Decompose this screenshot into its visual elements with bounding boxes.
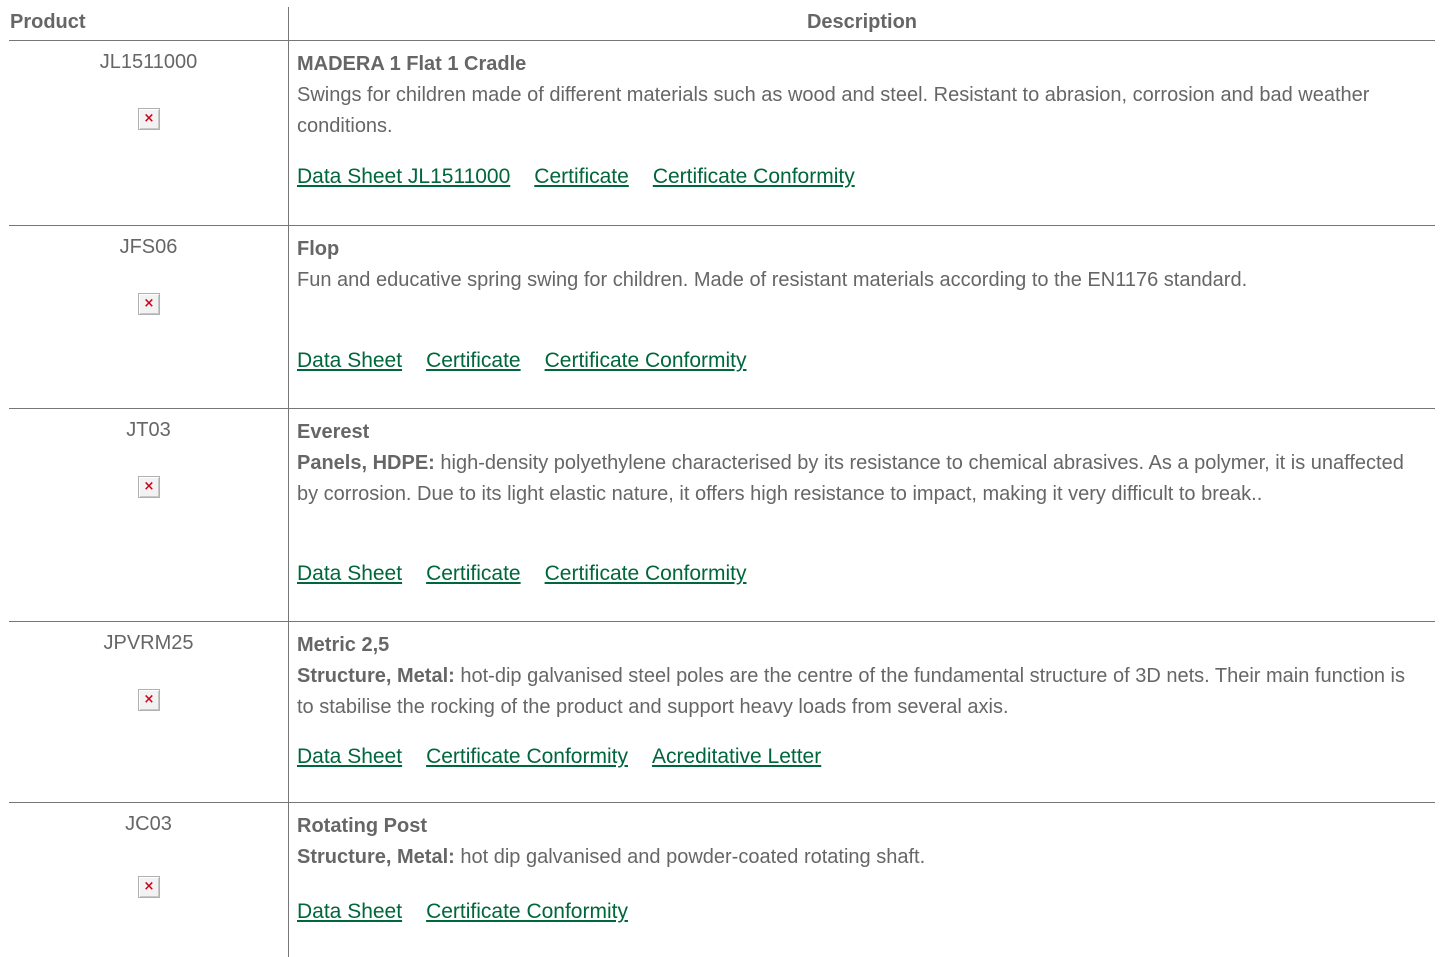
column-divider bbox=[288, 409, 289, 621]
data-sheet-link[interactable]: Data Sheet JL1511000 bbox=[297, 165, 510, 188]
product-description: Flop Fun and educative spring swing for … bbox=[297, 234, 1417, 296]
certificate-conformity-link[interactable]: Certificate Conformity bbox=[545, 562, 747, 585]
certificate-conformity-link[interactable]: Certificate Conformity bbox=[545, 349, 747, 372]
document-links: Data Sheet Certificate Certificate Conform… bbox=[297, 348, 771, 374]
certificate-conformity-link[interactable]: Certificate Conformity bbox=[426, 745, 628, 768]
product-spec-label: Panels, HDPE: bbox=[297, 452, 435, 474]
product-description: Rotating Post Structure, Metal: hot dip … bbox=[297, 811, 1417, 873]
data-sheet-link[interactable]: Data Sheet bbox=[297, 900, 402, 923]
product-text: Fun and educative spring swing for child… bbox=[297, 265, 1417, 296]
document-links: Data Sheet Certificate Certificate Conform… bbox=[297, 561, 771, 587]
product-spec-text: high-density polyethylene characterised … bbox=[297, 452, 1404, 505]
product-text: Structure, Metal: hot dip galvanised and… bbox=[297, 842, 1417, 873]
document-links: Data Sheet JL1511000 Certificate Certifica… bbox=[297, 164, 879, 190]
product-title: Metric 2,5 bbox=[297, 634, 390, 656]
table-row: JT03 × Everest Panels, HDPE: high-densit… bbox=[0, 409, 1440, 621]
table-row: JL1511000 × MADERA 1 Flat 1 Cradle Swing… bbox=[0, 41, 1440, 225]
product-spec-text: Swings for children made of different ma… bbox=[297, 84, 1370, 137]
table-row: JFS06 × Flop Fun and educative spring sw… bbox=[0, 226, 1440, 408]
table-row: JPVRM25 × Metric 2,5 Structure, Metal: h… bbox=[0, 622, 1440, 802]
certificate-link[interactable]: Certificate bbox=[426, 349, 521, 372]
product-title: Flop bbox=[297, 238, 340, 260]
column-divider bbox=[288, 622, 289, 802]
document-links: Data Sheet Certificate Conformity Acredita… bbox=[297, 744, 845, 770]
data-sheet-link[interactable]: Data Sheet bbox=[297, 562, 402, 585]
broken-image-icon[interactable]: × bbox=[138, 689, 160, 711]
product-code: JFS06 bbox=[119, 236, 178, 258]
product-spec-label: Structure, Metal: bbox=[297, 665, 455, 687]
product-title: MADERA 1 Flat 1 Cradle bbox=[297, 53, 527, 75]
broken-image-icon[interactable]: × bbox=[138, 476, 160, 498]
product-code: JPVRM25 bbox=[103, 632, 194, 654]
table-row: JC03 × Rotating Post Structure, Metal: h… bbox=[0, 803, 1440, 957]
column-divider bbox=[288, 226, 289, 408]
column-divider bbox=[288, 803, 289, 957]
product-code: JL1511000 bbox=[99, 51, 198, 73]
product-text: Structure, Metal: hot-dip galvanised ste… bbox=[297, 661, 1417, 723]
product-text: Swings for children made of different ma… bbox=[297, 80, 1417, 142]
certificate-conformity-link[interactable]: Certificate Conformity bbox=[426, 900, 628, 923]
certificate-link[interactable]: Certificate bbox=[426, 562, 521, 585]
product-description: Everest Panels, HDPE: high-density polye… bbox=[297, 417, 1417, 510]
product-text: Panels, HDPE: high-density polyethylene … bbox=[297, 448, 1417, 510]
column-header-product: Product bbox=[10, 11, 86, 33]
product-spec-text: hot dip galvanised and powder-coated rot… bbox=[454, 846, 926, 868]
product-spec-label: Structure, Metal: bbox=[297, 846, 455, 868]
product-code: JT03 bbox=[126, 419, 171, 441]
column-divider bbox=[288, 41, 289, 225]
data-sheet-link[interactable]: Data Sheet bbox=[297, 349, 402, 372]
product-description: Metric 2,5 Structure, Metal: hot-dip gal… bbox=[297, 630, 1417, 723]
product-table: Product Description JL1511000 × MADERA 1… bbox=[0, 0, 1440, 957]
acreditative-letter-link[interactable]: Acreditative Letter bbox=[652, 745, 821, 768]
broken-image-icon[interactable]: × bbox=[138, 876, 160, 898]
product-description: MADERA 1 Flat 1 Cradle Swings for childr… bbox=[297, 49, 1417, 142]
product-title: Everest bbox=[297, 421, 370, 443]
data-sheet-link[interactable]: Data Sheet bbox=[297, 745, 402, 768]
table-header: Product Description bbox=[0, 0, 1440, 40]
document-links: Data Sheet Certificate Conformity bbox=[297, 899, 652, 925]
column-header-description: Description bbox=[806, 11, 918, 33]
broken-image-icon[interactable]: × bbox=[138, 293, 160, 315]
certificate-link[interactable]: Certificate bbox=[534, 165, 629, 188]
certificate-conformity-link[interactable]: Certificate Conformity bbox=[653, 165, 855, 188]
product-spec-text: hot-dip galvanised steel poles are the c… bbox=[297, 665, 1405, 718]
product-code: JC03 bbox=[125, 813, 172, 835]
product-title: Rotating Post bbox=[297, 815, 427, 837]
broken-image-icon[interactable]: × bbox=[138, 108, 160, 130]
product-spec-text: Fun and educative spring swing for child… bbox=[297, 269, 1248, 291]
